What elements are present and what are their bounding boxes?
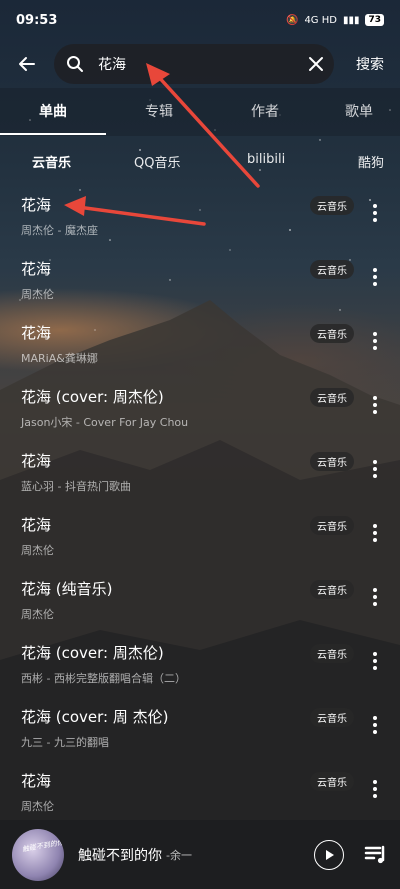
mini-player[interactable]: 触碰不到的你 触碰不到的你 -余一	[0, 820, 400, 889]
back-button[interactable]	[0, 42, 54, 86]
song-subtitle: Jason小宋 - Cover For Jay Chou	[21, 416, 189, 429]
source-badge: 云音乐	[310, 644, 354, 663]
more-options-icon[interactable]	[368, 776, 382, 802]
song-subtitle: 周杰伦	[21, 544, 54, 557]
tab-playlists[interactable]: 歌单	[318, 88, 400, 136]
source-bilibili[interactable]: bilibili	[247, 152, 285, 167]
song-list: 花海 周杰伦 - 魔杰座 云音乐 花海 周杰伦 云音乐 花海 MARiA&龚琳娜…	[0, 190, 400, 830]
song-row[interactable]: 花海 MARiA&龚琳娜 云音乐	[0, 318, 400, 382]
song-title: 花海	[21, 772, 52, 790]
now-playing-title: 触碰不到的你	[78, 847, 162, 864]
mute-icon: 🔕	[285, 14, 299, 26]
song-title: 花海	[21, 516, 52, 534]
tab-songs[interactable]: 单曲	[0, 88, 106, 136]
search-icon	[67, 56, 83, 72]
network-label: 4G HD	[304, 14, 337, 26]
source-badge: 云音乐	[310, 516, 354, 535]
song-title: 花海 (纯音乐)	[21, 580, 113, 598]
status-bar: 09:53 🔕 4G HD ▮▮▮ 73	[0, 0, 400, 40]
more-options-icon[interactable]	[368, 520, 382, 546]
source-badge: 云音乐	[310, 324, 354, 343]
search-input[interactable]: 花海	[54, 44, 334, 84]
more-options-icon[interactable]	[368, 456, 382, 482]
source-badge: 云音乐	[310, 708, 354, 727]
source-netease[interactable]: 云音乐	[32, 152, 71, 171]
source-badge: 云音乐	[310, 772, 354, 791]
more-options-icon[interactable]	[368, 584, 382, 610]
song-title: 花海	[21, 452, 52, 470]
song-row[interactable]: 花海 (cover: 周杰伦) Jason小宋 - Cover For Jay …	[0, 382, 400, 446]
album-cover[interactable]: 触碰不到的你	[12, 828, 64, 881]
cover-text: 触碰不到的你	[21, 837, 64, 854]
more-options-icon[interactable]	[368, 328, 382, 354]
song-title: 花海	[21, 324, 52, 342]
song-title: 花海 (cover: 周杰伦)	[21, 388, 164, 406]
play-button[interactable]	[314, 839, 344, 870]
source-badge: 云音乐	[310, 388, 354, 407]
tab-albums[interactable]: 专辑	[106, 88, 212, 136]
song-subtitle: 九三 - 九三的翻唱	[21, 736, 109, 749]
song-subtitle: 西彬 - 西彬完整版翻唱合辑（二）	[21, 672, 186, 685]
song-row[interactable]: 花海 周杰伦 - 魔杰座 云音乐	[0, 190, 400, 254]
song-row[interactable]: 花海 周杰伦 云音乐	[0, 254, 400, 318]
more-options-icon[interactable]	[368, 648, 382, 674]
play-icon	[326, 849, 334, 860]
song-title: 花海 (cover: 周杰伦)	[21, 644, 164, 662]
song-row[interactable]: 花海 (纯音乐) 周杰伦 云音乐	[0, 574, 400, 638]
source-badge: 云音乐	[310, 580, 354, 599]
song-title: 花海 (cover: 周 杰伦)	[21, 708, 169, 726]
playlist-queue-icon[interactable]	[364, 843, 388, 867]
back-arrow-icon	[19, 57, 35, 71]
song-subtitle: 蓝心羽 - 抖音热门歌曲	[21, 480, 131, 493]
more-options-icon[interactable]	[368, 264, 382, 290]
song-row[interactable]: 花海 蓝心羽 - 抖音热门歌曲 云音乐	[0, 446, 400, 510]
song-subtitle: 周杰伦	[21, 288, 54, 301]
song-title: 花海	[21, 196, 52, 214]
song-row[interactable]: 花海 周杰伦 云音乐	[0, 510, 400, 574]
song-title: 花海	[21, 260, 52, 278]
battery-icon: 73	[365, 14, 384, 26]
search-query[interactable]: 花海	[98, 54, 308, 74]
song-subtitle: 周杰伦	[21, 800, 54, 813]
result-tabs: 单曲 专辑 作者 歌单	[0, 88, 400, 136]
search-header: 花海 搜索	[0, 40, 400, 88]
more-options-icon[interactable]	[368, 392, 382, 418]
source-kugou[interactable]: 酷狗	[358, 152, 384, 171]
status-time: 09:53	[16, 12, 58, 28]
source-badge: 云音乐	[310, 196, 354, 215]
song-subtitle: MARiA&龚琳娜	[21, 352, 98, 365]
search-button[interactable]: 搜索	[340, 54, 400, 74]
source-badge: 云音乐	[310, 260, 354, 279]
now-playing-artist: -余一	[166, 848, 192, 862]
more-options-icon[interactable]	[368, 712, 382, 738]
signal-icon: ▮▮▮	[342, 14, 360, 26]
status-icons: 🔕 4G HD ▮▮▮ 73	[286, 14, 384, 26]
song-subtitle: 周杰伦 - 魔杰座	[21, 224, 98, 237]
source-qq[interactable]: QQ音乐	[134, 152, 180, 171]
song-row[interactable]: 花海 (cover: 周 杰伦) 九三 - 九三的翻唱 云音乐	[0, 702, 400, 766]
source-badge: 云音乐	[310, 452, 354, 471]
song-subtitle: 周杰伦	[21, 608, 54, 621]
tab-artists[interactable]: 作者	[212, 88, 318, 136]
source-filter: 云音乐 QQ音乐 bilibili 酷狗	[0, 140, 400, 180]
clear-icon[interactable]	[308, 56, 324, 72]
song-row[interactable]: 花海 (cover: 周杰伦) 西彬 - 西彬完整版翻唱合辑（二） 云音乐	[0, 638, 400, 702]
more-options-icon[interactable]	[368, 200, 382, 226]
